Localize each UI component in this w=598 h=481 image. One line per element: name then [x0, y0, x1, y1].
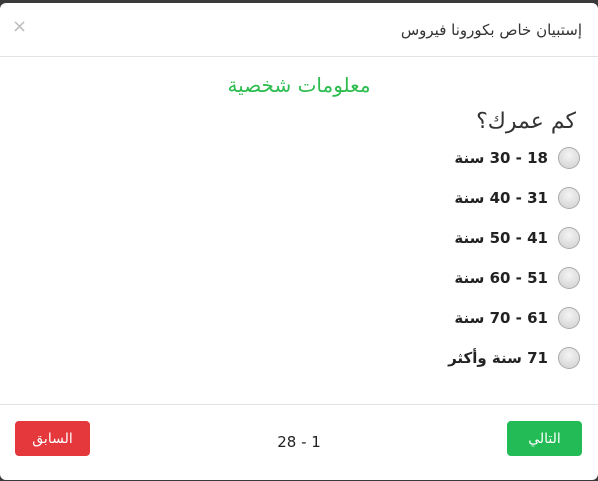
radio-button[interactable]	[558, 187, 580, 209]
options-list: 18 - 30 سنة 31 - 40 سنة 41 - 50 سنة 51 -…	[0, 138, 598, 378]
radio-button[interactable]	[558, 307, 580, 329]
option-label: 41 - 50 سنة	[454, 229, 548, 247]
previous-button[interactable]: السابق	[15, 421, 90, 456]
option-label: 61 - 70 سنة	[454, 309, 548, 327]
modal-header: إستبيان خاص بكورونا فيروس ×	[0, 3, 598, 57]
option-61-70[interactable]: 61 - 70 سنة	[0, 298, 598, 338]
option-71-plus[interactable]: 71 سنة وأكثر	[0, 338, 598, 378]
radio-button[interactable]	[558, 147, 580, 169]
modal-title: إستبيان خاص بكورونا فيروس	[400, 21, 582, 39]
option-31-40[interactable]: 31 - 40 سنة	[0, 178, 598, 218]
option-51-60[interactable]: 51 - 60 سنة	[0, 258, 598, 298]
option-label: 71 سنة وأكثر	[448, 349, 548, 367]
option-41-50[interactable]: 41 - 50 سنة	[0, 218, 598, 258]
radio-button[interactable]	[558, 347, 580, 369]
radio-button[interactable]	[558, 227, 580, 249]
option-18-30[interactable]: 18 - 30 سنة	[0, 138, 598, 178]
question-text: كم عمرك؟	[476, 109, 576, 134]
survey-modal: إستبيان خاص بكورونا فيروس × معلومات شخصي…	[0, 3, 598, 480]
option-label: 18 - 30 سنة	[454, 149, 548, 167]
option-label: 51 - 60 سنة	[454, 269, 548, 287]
close-icon[interactable]: ×	[12, 16, 27, 37]
section-title: معلومات شخصية	[227, 73, 371, 97]
radio-button[interactable]	[558, 267, 580, 289]
modal-footer: التالي 1 - 28 السابق	[0, 404, 598, 480]
option-label: 31 - 40 سنة	[454, 189, 548, 207]
